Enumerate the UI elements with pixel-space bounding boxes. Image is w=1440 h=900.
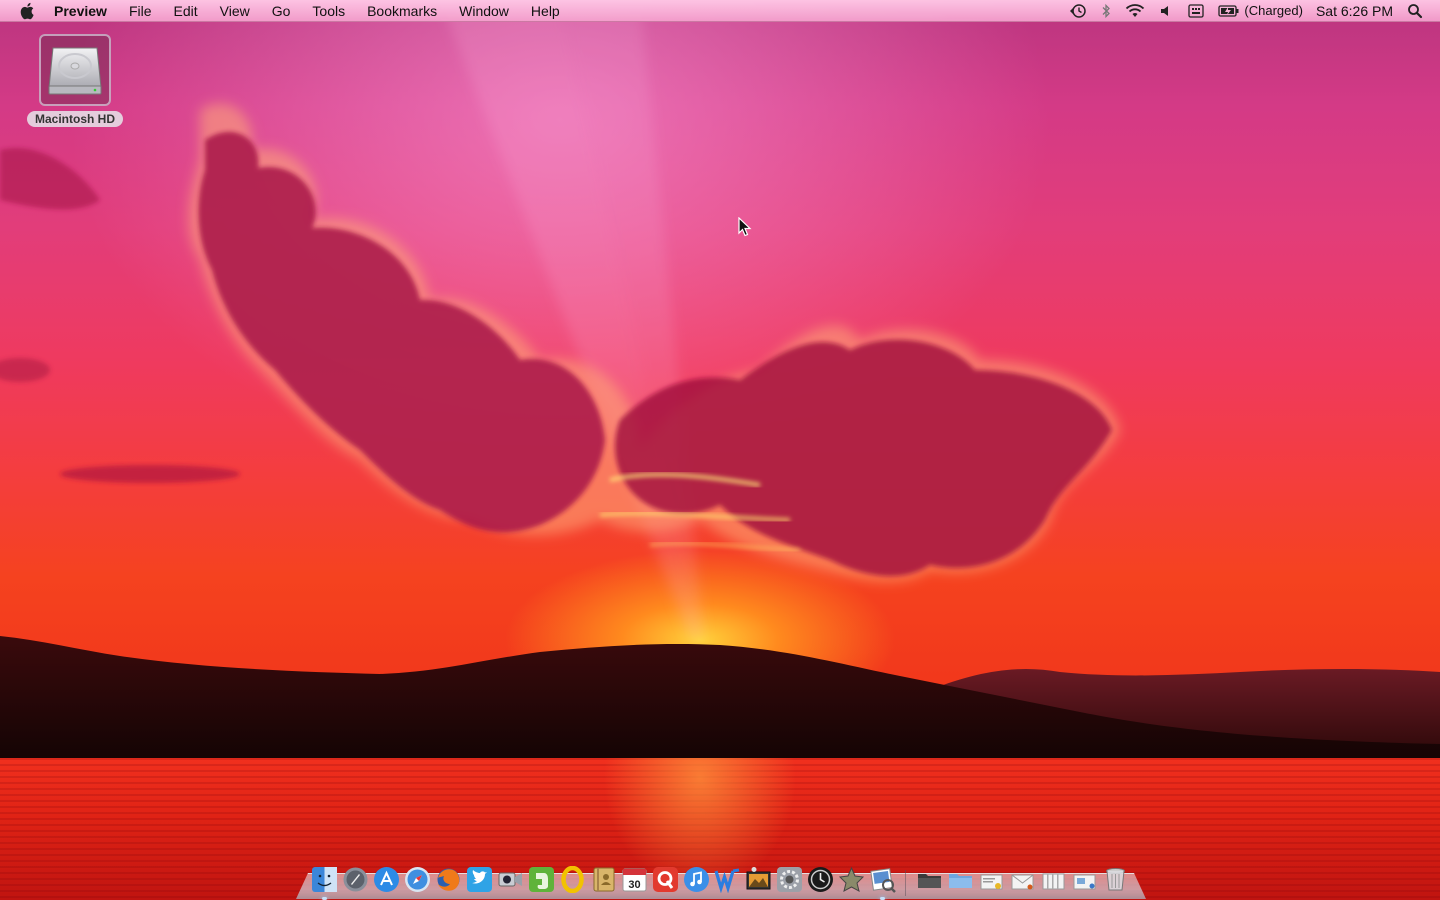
- dock-firefox[interactable]: [434, 864, 463, 894]
- dock-address-book[interactable]: [589, 864, 618, 894]
- time-machine-icon: [808, 866, 833, 892]
- dock-finder[interactable]: [310, 864, 339, 900]
- dock-app-store[interactable]: [372, 864, 401, 894]
- itunes-icon: [684, 866, 709, 892]
- evernote-icon: [529, 866, 554, 892]
- dock-facetime[interactable]: [496, 864, 525, 894]
- ical-date-text: 30: [628, 879, 640, 891]
- clock-text: Sat 6:26 PM: [1315, 2, 1393, 19]
- dock-evernote[interactable]: [527, 864, 556, 894]
- mouse-pointer-icon: [738, 217, 752, 237]
- desktop-icon-label: Macintosh HD: [26, 111, 123, 127]
- bluetooth-status-icon[interactable]: [1094, 0, 1118, 22]
- word-icon: [714, 868, 740, 893]
- dock-safari[interactable]: [403, 864, 432, 894]
- address-book-icon: [593, 867, 615, 891]
- dock-itunes[interactable]: [682, 864, 711, 894]
- opera-icon: [561, 865, 584, 893]
- finder-icon: [312, 866, 337, 892]
- dock-launchpad[interactable]: [341, 864, 370, 894]
- dock-mail-stack[interactable]: [1008, 864, 1037, 894]
- dock-trash[interactable]: [1101, 864, 1130, 894]
- menu-edit[interactable]: Edit: [163, 0, 209, 22]
- wifi-status-icon[interactable]: [1118, 0, 1152, 22]
- safari-icon: [405, 866, 430, 892]
- dock-time-machine[interactable]: [806, 864, 835, 894]
- hard-drive-icon: [39, 34, 111, 106]
- mail-stack-icon: [1011, 874, 1034, 889]
- spotlight-search-icon[interactable]: [1400, 0, 1430, 22]
- dock-utility[interactable]: [837, 864, 866, 894]
- status-menus: (Charged) Sat 6:26 PM: [1062, 0, 1440, 22]
- menu-file[interactable]: File: [118, 0, 163, 22]
- dock-twitter[interactable]: [465, 864, 494, 894]
- launchpad-icon: [343, 867, 368, 891]
- apple-menu-icon[interactable]: [18, 0, 38, 22]
- app-store-icon: [374, 866, 399, 892]
- dock-word[interactable]: [713, 864, 742, 894]
- quicktime-icon: [653, 866, 678, 892]
- menu-go[interactable]: Go: [261, 0, 302, 22]
- dock-quicktime[interactable]: [651, 864, 680, 894]
- menu-app-name[interactable]: Preview: [38, 0, 118, 22]
- menu-view[interactable]: View: [209, 0, 261, 22]
- applications-stack-icon: [1042, 873, 1065, 889]
- facetime-icon: [498, 872, 522, 886]
- utility-icon: [838, 866, 865, 892]
- time-machine-status-icon[interactable]: [1062, 0, 1094, 22]
- dock-system-preferences[interactable]: [775, 864, 804, 894]
- menu-window[interactable]: Window: [448, 0, 520, 22]
- pictures-stack-icon: [1073, 874, 1096, 889]
- folder-icon: [918, 873, 941, 888]
- input-menu-icon[interactable]: [1180, 0, 1212, 22]
- documents-stack-icon: [949, 873, 972, 888]
- preview-icon: [870, 867, 896, 893]
- trash-icon: [1106, 867, 1125, 890]
- iphoto-icon: [746, 866, 771, 889]
- volume-status-icon[interactable]: [1152, 0, 1180, 22]
- downloads-stack-icon: [980, 874, 1003, 889]
- menu-tools[interactable]: Tools: [301, 0, 356, 22]
- dock-applications-stack[interactable]: [1039, 864, 1068, 894]
- desktop-icon-macintosh-hd[interactable]: Macintosh HD: [22, 34, 128, 127]
- battery-status[interactable]: (Charged): [1212, 3, 1309, 18]
- battery-icon: [1218, 4, 1239, 17]
- menu-bookmarks[interactable]: Bookmarks: [356, 0, 448, 22]
- dock-documents-stack[interactable]: [946, 864, 975, 894]
- dock-opera[interactable]: [558, 864, 587, 894]
- dock: 30: [296, 858, 1146, 900]
- firefox-icon: [437, 868, 460, 891]
- battery-text: (Charged): [1244, 3, 1303, 18]
- dock-folder[interactable]: [915, 864, 944, 894]
- dock-pictures-stack[interactable]: [1070, 864, 1099, 894]
- ical-icon: 30: [622, 868, 647, 891]
- clock[interactable]: Sat 6:26 PM: [1309, 0, 1400, 22]
- dock-ical[interactable]: 30: [620, 864, 649, 894]
- system-preferences-icon: [777, 866, 802, 892]
- dock-iphoto[interactable]: [744, 864, 773, 894]
- dock-separator: [899, 864, 913, 896]
- desktop-wallpaper: [0, 0, 1440, 900]
- dock-preview[interactable]: [868, 864, 897, 900]
- menu-help[interactable]: Help: [520, 0, 571, 22]
- dock-downloads-stack[interactable]: [977, 864, 1006, 894]
- menu-bar: Preview File Edit View Go Tools Bookmark…: [0, 0, 1440, 22]
- twitter-icon: [467, 866, 492, 892]
